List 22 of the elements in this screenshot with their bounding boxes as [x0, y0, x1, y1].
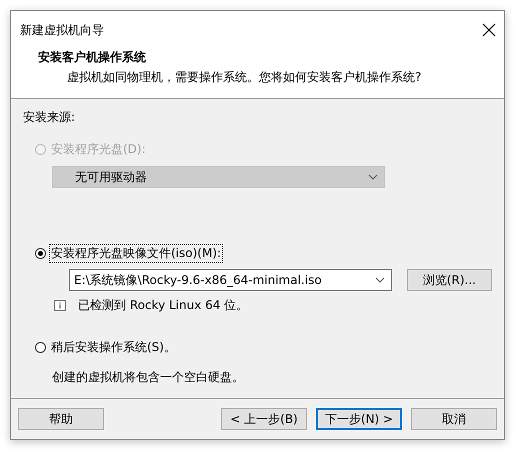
info-icon [54, 300, 66, 312]
radio-button[interactable] [35, 342, 46, 353]
help-button[interactable]: 帮助 [18, 408, 104, 430]
back-button[interactable]: < 上一步(B) [221, 408, 307, 430]
dropdown-value: 无可用驱动器 [75, 168, 147, 186]
browse-button[interactable]: 浏览(R)... [406, 269, 492, 291]
detected-os-text: 已检测到 Rocky Linux 64 位。 [78, 297, 248, 314]
iso-path-field[interactable]: E:\系统镜像\Rocky-9.6-x86_64-minimal.iso [69, 269, 392, 291]
radio-label[interactable]: 稍后安装操作系统(S)。 [49, 338, 178, 357]
caret-icon [368, 174, 378, 180]
next-button[interactable]: 下一步(N) > [316, 408, 402, 430]
radio-button[interactable] [35, 248, 46, 259]
window-title: 新建虚拟机向导 [20, 22, 104, 38]
section-label: 安装来源: [23, 109, 76, 126]
caret-icon [374, 277, 385, 283]
radio-label[interactable]: 安装程序光盘映像文件(iso)(M): [49, 244, 224, 263]
path-value: E:\系统镜像\Rocky-9.6-x86_64-minimal.iso [74, 272, 322, 288]
close-icon[interactable] [482, 23, 496, 37]
cancel-button[interactable]: 取消 [411, 408, 497, 430]
note-text: 创建的虚拟机将包含一个空白硬盘。 [52, 369, 245, 386]
page-heading: 安装客户机操作系统 [38, 49, 147, 66]
page-description: 虚拟机如同物理机，需要操作系统。您将如何安装客户机操作系统? [67, 69, 422, 86]
